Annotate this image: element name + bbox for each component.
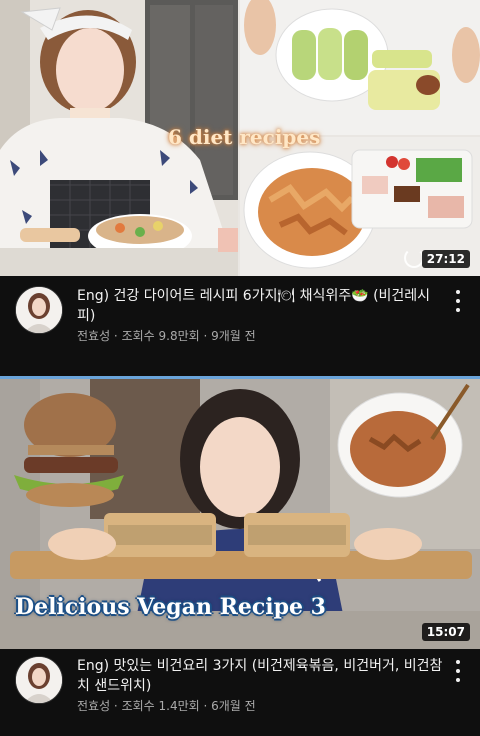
avatar-icon (16, 657, 62, 703)
video-meta: 전효성 · 조회수 1.4만회 · 6개월 전 (77, 699, 256, 713)
video-card-2[interactable]: 15:07 Eng) 맛있는 비건요리 3가지 (비건제육볶음, 비건버거, 비… (0, 376, 480, 736)
more-vert-icon[interactable] (448, 660, 468, 682)
thumbnail-caption: Delicious Vegan Recipe 3 (15, 594, 326, 620)
video-info-2: Eng) 맛있는 비건요리 3가지 (비건제육볶음, 비건버거, 비건참치 샌드… (0, 646, 480, 736)
video-title[interactable]: Eng) 맛있는 비건요리 3가지 (비건제육볶음, 비건버거, 비건참치 샌드… (77, 656, 447, 696)
duration-badge: 15:07 (421, 623, 470, 641)
channel-avatar[interactable] (15, 656, 63, 704)
